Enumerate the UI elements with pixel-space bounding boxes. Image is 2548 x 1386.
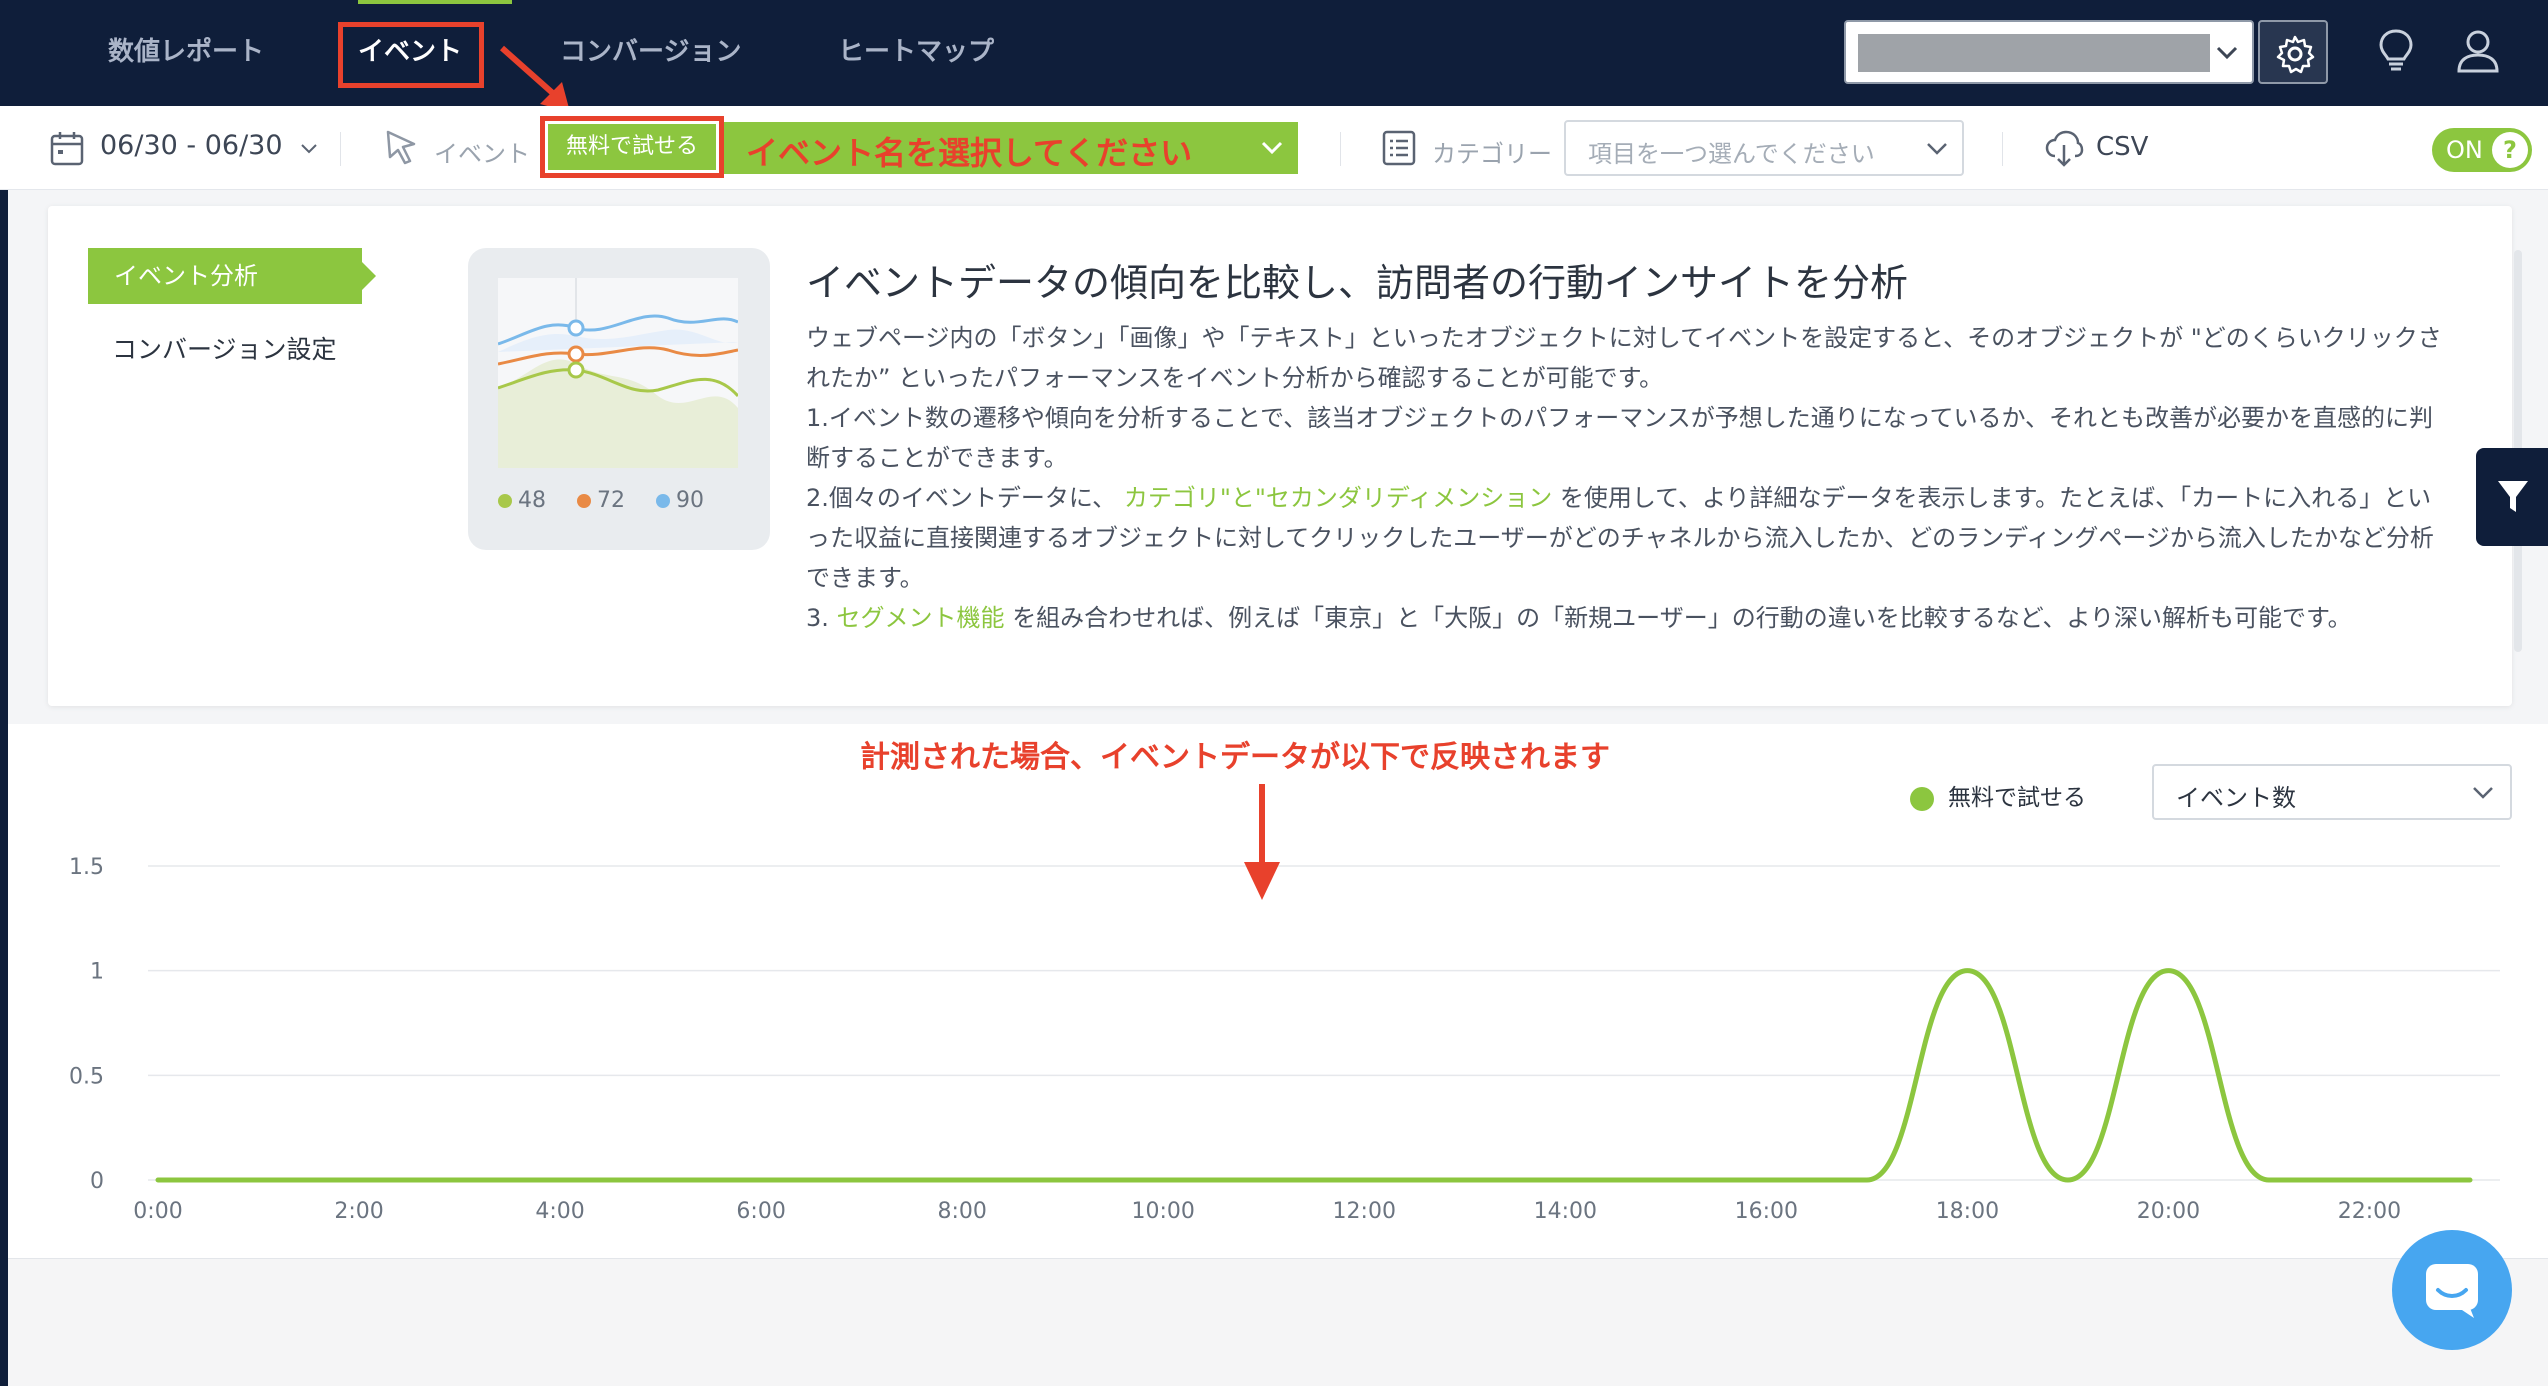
event-select-annotation: イベント名を選択してください [746, 134, 1193, 172]
x-tick-label: 18:00 [1936, 1199, 1999, 1224]
date-range-picker[interactable]: 06/30 - 06/30 [100, 130, 283, 161]
y-tick-label: 1.5 [69, 855, 104, 880]
x-tick-label: 20:00 [2137, 1199, 2200, 1224]
active-tab-indicator [358, 0, 512, 4]
chart-annotation: 計測された場合、イベントデータが以下で反映されます [860, 740, 1610, 775]
info-description: ウェブページ内の「ボタン」「画像」や「テキスト」といったオブジェクトに対してイベ… [806, 318, 2446, 638]
legend-value: 72 [597, 488, 625, 513]
chat-icon [2426, 1264, 2478, 1318]
list-icon [1382, 130, 1416, 166]
top-nav: 数値レポート イベント コンバージョン ヒートマップ [0, 0, 2548, 112]
paragraph: ウェブページ内の「ボタン」「画像」や「テキスト」といったオブジェクトに対してイベ… [806, 324, 2442, 392]
paragraph-text: 2.個々のイベントデータに、 [806, 484, 1117, 512]
y-tick-label: 0.5 [69, 1064, 104, 1089]
cloud-download-icon[interactable] [2044, 128, 2084, 168]
sidebar-item-event-analysis[interactable]: イベント分析 [88, 248, 376, 304]
y-tick-label: 1 [90, 960, 104, 985]
tab-conversion[interactable]: コンバージョン [560, 30, 741, 74]
gear-icon [2276, 35, 2315, 74]
legend-dot [656, 494, 670, 508]
paragraph: 1.イベント数の遷移や傾向を分析することで、該当オブジェクトのパフォーマンスが予… [806, 404, 2434, 472]
category-select[interactable]: 項目を一つ選んでください [1564, 120, 1964, 176]
paragraph: 3. セグメント機能 を組み合わせれば、例えば「東京」と「大阪」の「新規ユーザー… [806, 598, 2446, 638]
tab-heatmap[interactable]: ヒートマップ [838, 30, 994, 74]
divider [2002, 132, 2003, 166]
annotation-box-event-chip [540, 116, 724, 178]
segment-link[interactable]: セグメント機能 [837, 604, 1005, 632]
filter-panel-button[interactable] [2476, 448, 2548, 546]
chevron-down-icon [1261, 141, 1283, 155]
paragraph-text: 3. [806, 604, 829, 632]
category-placeholder: 項目を一つ選んでください [1588, 140, 1875, 168]
toggle-label: ON [2446, 136, 2483, 164]
help-icon: ? [2492, 132, 2528, 168]
x-tick-label: 14:00 [1534, 1199, 1597, 1224]
illustration-chart [497, 278, 740, 468]
illustration-legend: 48 72 90 [498, 488, 704, 513]
x-tick-label: 8:00 [937, 1199, 986, 1224]
paragraph-text: を組み合わせれば、例えば「東京」と「大阪」の「新規ユーザー」の行動の違いを比較す… [1012, 604, 2352, 632]
x-tick-label: 4:00 [535, 1199, 584, 1224]
cursor-click-icon [386, 130, 416, 165]
lightbulb-icon[interactable] [2378, 28, 2414, 74]
x-tick-label: 16:00 [1735, 1199, 1798, 1224]
user-icon[interactable] [2456, 28, 2500, 74]
x-tick-label: 10:00 [1132, 1199, 1195, 1224]
chevron-down-icon [2473, 787, 2493, 799]
paragraph: 2.個々のイベントデータに、 カテゴリ"と"セカンダリディメンション を使用して… [806, 478, 2446, 598]
bottom-area [8, 1258, 2548, 1386]
metric-select[interactable]: イベント数 [2152, 764, 2512, 820]
account-select[interactable] [1844, 20, 2254, 84]
x-tick-label: 6:00 [736, 1199, 785, 1224]
legend-dot [1910, 786, 1934, 811]
chevron-down-icon[interactable] [300, 142, 318, 156]
left-rail [0, 106, 8, 1386]
tab-reports[interactable]: 数値レポート [108, 30, 264, 74]
x-tick-label: 22:00 [2338, 1199, 2401, 1224]
legend-dot [577, 494, 591, 508]
calendar-icon [50, 132, 84, 166]
legend-value: 48 [518, 488, 546, 513]
legend-label: 無料で試せる [1948, 785, 2086, 811]
event-select[interactable]: イベント名を選択してください [722, 122, 1298, 174]
illustration-card: 48 72 90 [468, 248, 770, 550]
x-tick-label: 12:00 [1333, 1199, 1396, 1224]
legend-dot [498, 494, 512, 508]
funnel-icon [2498, 481, 2528, 512]
info-toggle[interactable]: ON ? [2432, 128, 2532, 172]
csv-export-button[interactable]: CSV [2096, 132, 2148, 162]
category-filter-label: カテゴリー [1432, 140, 1552, 168]
metric-select-value: イベント数 [2176, 784, 2296, 812]
settings-button[interactable] [2258, 20, 2328, 84]
chat-button[interactable] [2392, 1230, 2512, 1350]
info-panel: イベント分析 コンバージョン設定 48 72 90 イベントデータの傾向を比較し… [48, 206, 2522, 706]
annotation-arrow-icon [1244, 784, 1280, 900]
sidebar-item-conversion-settings[interactable]: コンバージョン設定 [112, 330, 337, 366]
x-tick-label: 2:00 [334, 1199, 383, 1224]
chevron-down-icon [1927, 143, 1947, 155]
annotation-box-events-tab [338, 22, 484, 88]
filter-toolbar: 06/30 - 06/30 イベント イベント名を選択してください 無料で試せる… [0, 106, 2548, 190]
y-tick-label: 0 [90, 1169, 104, 1194]
chevron-down-icon [2216, 46, 2238, 60]
info-title: イベントデータの傾向を比較し、訪問者の行動インサイトを分析 [806, 261, 1909, 305]
redacted-account-name [1858, 34, 2210, 72]
chart-legend-item[interactable]: 無料で試せる [1910, 778, 2086, 812]
legend-value: 90 [676, 488, 704, 513]
x-tick-label: 0:00 [133, 1199, 182, 1224]
event-filter-label: イベント [434, 140, 530, 168]
divider [1340, 132, 1341, 166]
divider [340, 132, 341, 166]
category-link[interactable]: カテゴリ"と"セカンダリディメンション [1124, 484, 1552, 512]
